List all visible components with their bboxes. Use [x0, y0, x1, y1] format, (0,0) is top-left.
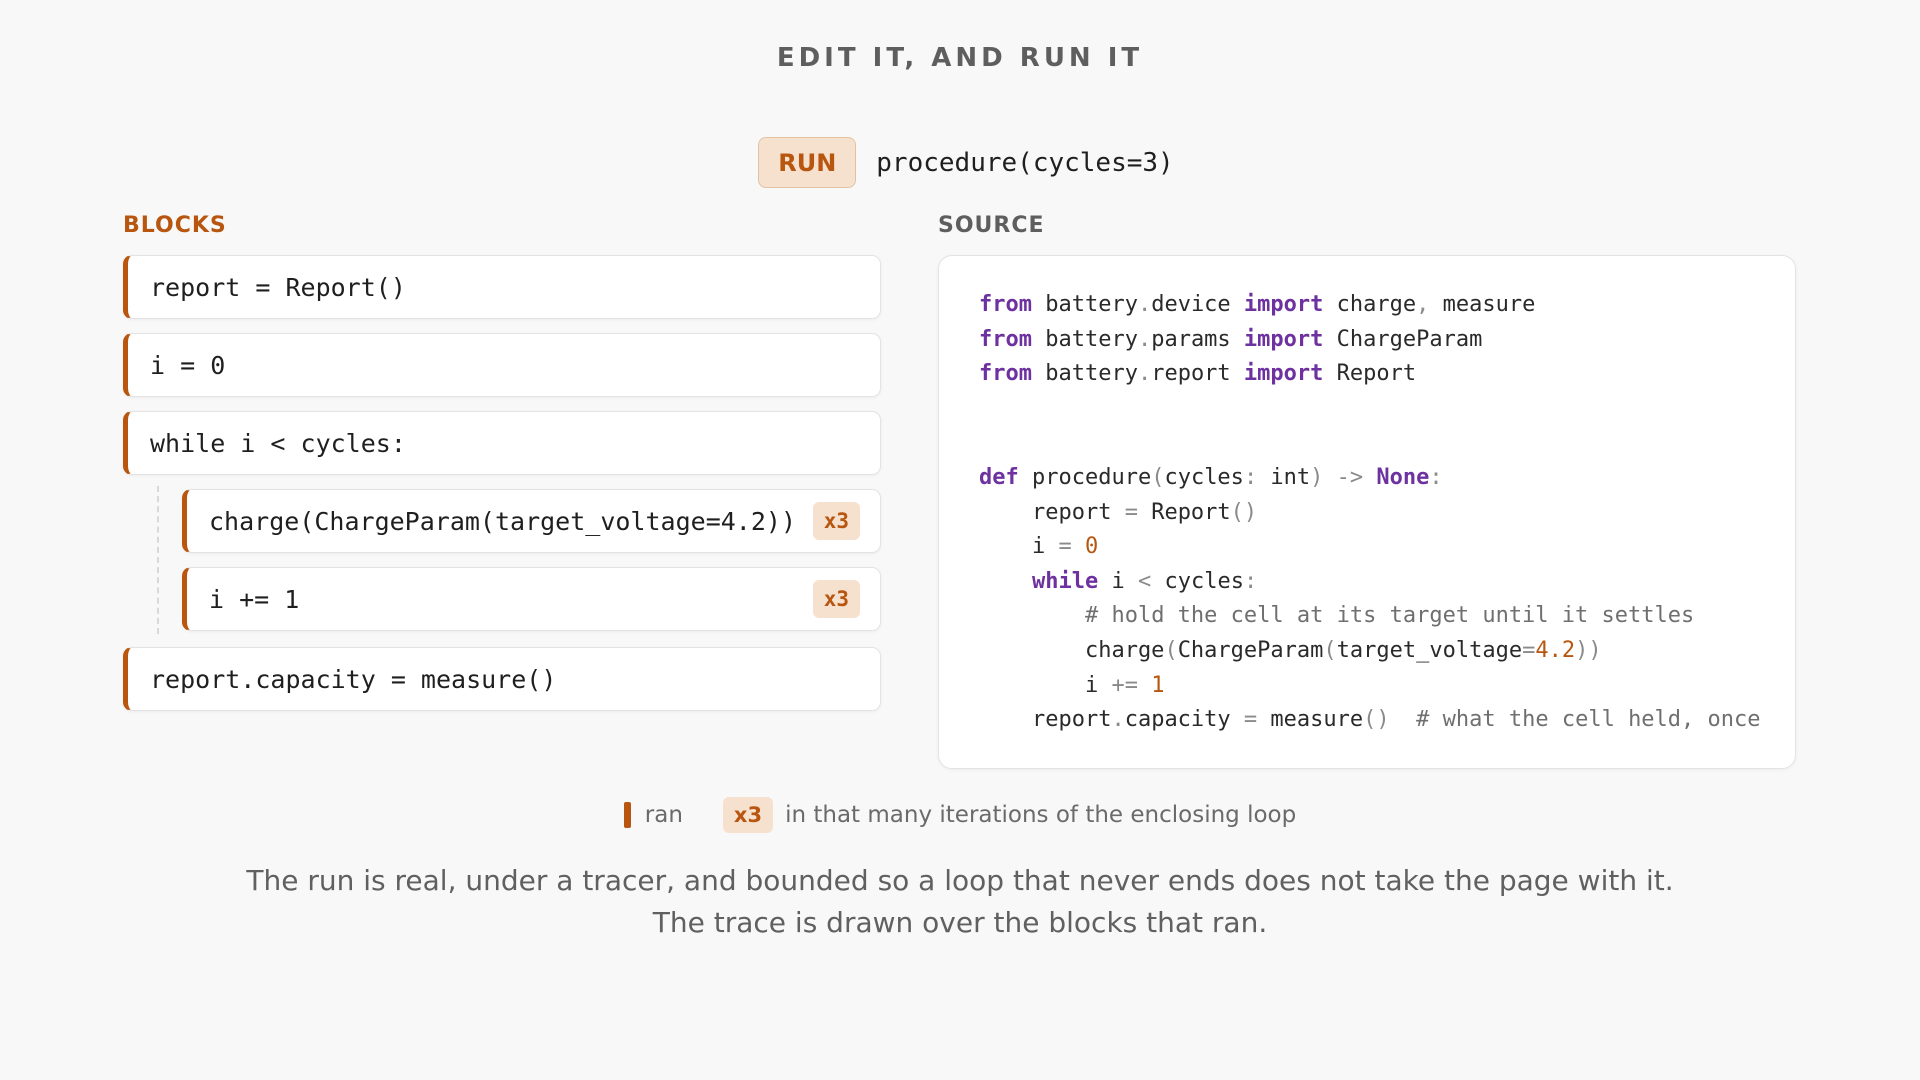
- block-code: i += 1: [209, 584, 300, 614]
- run-row: RUN procedure(cycles=3): [0, 137, 1920, 188]
- source-line-11: charge(ChargeParam(target_voltage=4.2)): [979, 637, 1602, 663]
- legend-badge-text: in that many iterations of the enclosing…: [785, 802, 1297, 828]
- block-while-loop[interactable]: while i < cycles:: [123, 411, 881, 475]
- block-charge-call[interactable]: charge(ChargeParam(target_voltage=4.2)) …: [182, 489, 881, 553]
- page-title: EDIT IT, AND RUN IT: [776, 43, 1144, 73]
- keyword-token: from: [979, 326, 1032, 352]
- keyword-token: from: [979, 292, 1032, 317]
- source-line-9: while i < cycles:: [1031, 568, 1258, 594]
- iteration-count-badge: x3: [812, 580, 860, 618]
- legend: ran x3 in that many iterations of the en…: [0, 797, 1920, 833]
- block-report-init[interactable]: report = Report(): [123, 255, 881, 319]
- source-line-4: [979, 392, 1795, 427]
- source-label: SOURCE: [938, 213, 1045, 238]
- run-call-text: procedure(cycles=3): [876, 147, 1174, 178]
- block-code: i = 0: [150, 350, 226, 380]
- keyword-token: import: [1243, 326, 1324, 352]
- loop-nest-guide: [157, 486, 159, 634]
- source-code-panel[interactable]: from battery.device import charge, measu…: [938, 255, 1796, 769]
- source-line-13: report.capacity = measure() # what the c…: [979, 707, 1761, 733]
- keyword-token: None: [1376, 464, 1430, 490]
- keyword-token: from: [979, 361, 1032, 387]
- keyword-token: import: [1243, 292, 1324, 317]
- block-code: while i < cycles:: [150, 428, 406, 458]
- footnote: The run is real, under a tracer, and bou…: [246, 864, 1674, 939]
- legend-badge: x3: [722, 797, 774, 833]
- source-line-7: report = Report(): [979, 499, 1258, 525]
- source-line-2: from battery.params import ChargeParam: [979, 326, 1483, 352]
- source-line-12: i += 1: [979, 672, 1165, 698]
- iteration-count-badge: x3: [812, 502, 860, 540]
- block-code: report.capacity = measure(): [150, 664, 557, 694]
- block-i-init[interactable]: i = 0: [123, 333, 881, 397]
- ran-marker-icon: [623, 802, 631, 828]
- block-code: charge(ChargeParam(target_voltage=4.2)): [209, 506, 796, 536]
- source-line-3: from battery.report import Report: [979, 361, 1417, 387]
- block-code: report = Report(): [150, 272, 406, 302]
- keyword-token: import: [1243, 361, 1324, 387]
- legend-ran-label: ran: [644, 802, 683, 828]
- source-line-8: i = 0: [979, 534, 1099, 560]
- block-measure-capacity[interactable]: report.capacity = measure(): [123, 647, 881, 711]
- source-line-6: def procedure(cycles: int) -> None:: [979, 464, 1443, 490]
- source-line-5: [979, 426, 1795, 461]
- blocks-label: BLOCKS: [123, 213, 227, 238]
- source-line-1: from battery.device import charge, measu…: [979, 292, 1536, 317]
- source-line-10: # hold the cell at its target until it s…: [1084, 603, 1695, 629]
- keyword-token: def: [979, 464, 1019, 490]
- block-i-increment[interactable]: i += 1 x3: [182, 567, 881, 631]
- run-button[interactable]: RUN: [758, 137, 857, 188]
- keyword-token: while: [1031, 568, 1099, 594]
